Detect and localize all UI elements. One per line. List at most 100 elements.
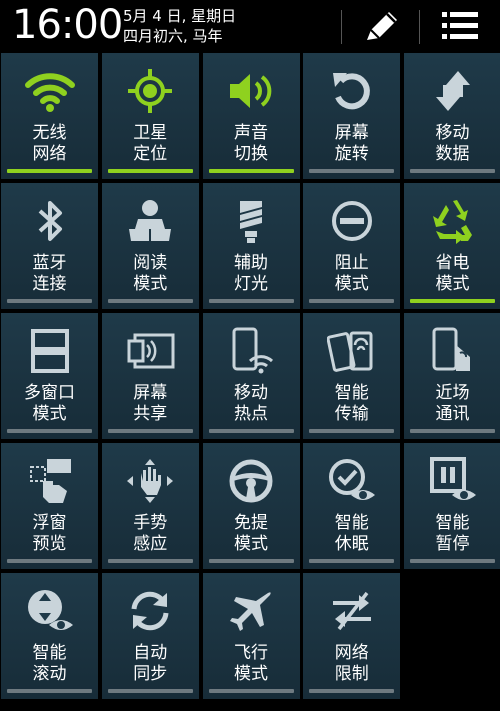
toggle-label: 近场 通讯 [435, 383, 470, 424]
toggle-label: 多窗口 模式 [24, 383, 75, 424]
date-line-lunar: 四月初六, 马年 [123, 27, 223, 45]
toggle-indicator-off [107, 689, 193, 693]
screen-share-icon [102, 327, 199, 375]
steering-wheel-icon [203, 457, 300, 505]
toggle-tile[interactable]: 智能 休眠 [303, 443, 401, 569]
wifi-icon [1, 67, 98, 115]
toggle-tile[interactable]: 移动 热点 [202, 313, 300, 439]
toggle-label: 智能 滚动 [32, 643, 67, 684]
toggle-label: 阻止 模式 [334, 253, 369, 294]
toggle-label: 免提 模式 [234, 513, 268, 554]
toggle-indicator-off [7, 299, 92, 303]
toggle-tile[interactable]: 智能 暂停 [404, 443, 500, 569]
reading-icon [102, 197, 199, 245]
toggle-indicator-off [7, 559, 92, 563]
sync-icon [102, 587, 199, 635]
toggle-label: 自动 同步 [133, 643, 168, 684]
header-divider [341, 10, 342, 44]
multi-window-icon [1, 327, 98, 375]
toggle-tile[interactable]: 智能 滚动 [1, 573, 98, 699]
toggle-tile[interactable]: 阻止 模式 [303, 183, 401, 309]
toggle-tile[interactable]: 手势 感应 [101, 443, 199, 569]
toggle-label: 辅助 灯光 [234, 253, 268, 294]
toggle-indicator-off [208, 689, 294, 693]
smart-transfer-icon [303, 327, 400, 375]
smart-stay-icon [303, 457, 400, 505]
status-bar: 16:00 5月 4 日, 星期日 四月初六, 马年 [0, 0, 500, 52]
toggle-tile[interactable]: 阅读 模式 [101, 183, 199, 309]
smart-scroll-icon [1, 587, 98, 635]
toggle-indicator-off [107, 559, 193, 563]
toggle-label: 智能 暂停 [435, 513, 470, 554]
toggle-tile[interactable]: 浮窗 预览 [1, 443, 98, 569]
toggle-indicator-off [107, 299, 193, 303]
toggle-label: 网络 限制 [334, 643, 369, 684]
toggle-label: 浮窗 预览 [32, 513, 67, 554]
toggle-label: 卫星 定位 [133, 123, 168, 164]
toggle-tile[interactable]: 多窗口 模式 [1, 313, 98, 439]
toggle-label: 飞行 模式 [234, 643, 268, 684]
toggle-tile[interactable]: 智能 传输 [303, 313, 401, 439]
toggle-tile[interactable]: 卫星 定位 [101, 53, 199, 179]
toggle-tile[interactable]: 屏幕 共享 [101, 313, 199, 439]
toggle-tile[interactable]: 免提 模式 [202, 443, 300, 569]
rotate-icon [303, 67, 400, 115]
toggle-indicator-off [410, 559, 495, 563]
toggle-label: 屏幕 旋转 [334, 123, 369, 164]
date-display: 5月 4 日, 星期日 四月初六, 马年 [123, 6, 236, 46]
toggle-indicator-off [309, 689, 395, 693]
toggle-label: 手势 感应 [133, 513, 168, 554]
toggle-indicator-off [107, 429, 193, 433]
toggle-label: 蓝牙 连接 [32, 253, 67, 294]
clock-time: 16:00 [12, 2, 123, 48]
toggle-indicator-on [208, 169, 294, 173]
gps-icon [102, 67, 199, 115]
bluetooth-icon [1, 197, 98, 245]
toggle-indicator-off [7, 689, 92, 693]
toggle-indicator-on [7, 169, 92, 173]
mobile-data-icon [404, 67, 500, 115]
toggle-label: 智能 传输 [334, 383, 369, 424]
header-divider [419, 10, 420, 44]
toggle-indicator-off [309, 169, 395, 173]
toggle-label: 移动 热点 [234, 383, 268, 424]
smart-pause-icon [404, 457, 500, 505]
toggle-tile[interactable]: 蓝牙 连接 [1, 183, 98, 309]
toggle-indicator-off [309, 429, 395, 433]
toggle-label: 屏幕 共享 [133, 383, 168, 424]
toggle-indicator-off [208, 429, 294, 433]
flashlight-icon [203, 197, 300, 245]
edit-button[interactable] [360, 6, 404, 46]
toggle-tile[interactable]: 自动 同步 [101, 573, 199, 699]
gesture-icon [102, 457, 199, 505]
toggle-indicator-off [309, 299, 395, 303]
volume-icon [203, 67, 300, 115]
toggle-tile[interactable]: 屏幕 旋转 [303, 53, 401, 179]
toggle-tile[interactable]: 声音 切换 [202, 53, 300, 179]
network-limit-icon [303, 587, 400, 635]
toggle-tile[interactable]: 辅助 灯光 [202, 183, 300, 309]
hotspot-icon [203, 327, 300, 375]
toggle-indicator-off [7, 429, 92, 433]
toggle-tile[interactable]: 近场 通讯 [404, 313, 500, 439]
toggle-tile[interactable]: 网络 限制 [303, 573, 401, 699]
toggle-tile[interactable]: 移动 数据 [404, 53, 500, 179]
block-icon [303, 197, 400, 245]
toggle-tile[interactable]: 飞行 模式 [202, 573, 300, 699]
pencil-icon [367, 12, 397, 40]
date-line-gregorian: 5月 4 日, 星期日 [123, 7, 237, 25]
settings-list-button[interactable] [438, 6, 482, 46]
toggle-label: 阅读 模式 [133, 253, 168, 294]
toggle-tile[interactable]: 省电 模式 [404, 183, 500, 309]
air-view-icon [1, 457, 98, 505]
toggle-label: 省电 模式 [435, 253, 470, 294]
toggle-label: 移动 数据 [435, 123, 470, 164]
toggle-indicator-off [208, 299, 294, 303]
toggle-indicator-off [309, 559, 395, 563]
toggle-label: 无线 网络 [32, 123, 67, 164]
toggle-label: 智能 休眠 [334, 513, 369, 554]
nfc-icon [404, 327, 500, 375]
toggle-tile[interactable]: 无线 网络 [1, 53, 98, 179]
toggle-indicator-off [410, 429, 495, 433]
toggle-indicator-off [208, 559, 294, 563]
